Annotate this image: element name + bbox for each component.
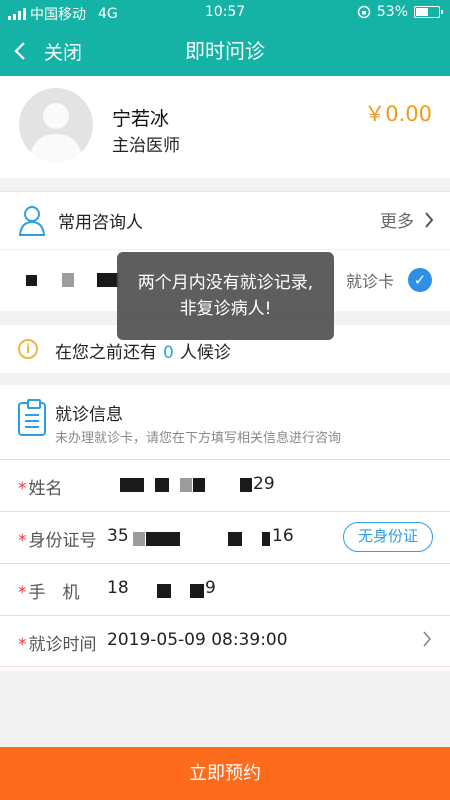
queue-prefix: 在您之前还有 bbox=[55, 343, 157, 363]
redaction-mask bbox=[155, 478, 169, 492]
phone-label: 手 机 bbox=[28, 583, 80, 603]
page-title: 即时问诊 bbox=[185, 39, 265, 63]
redaction-mask bbox=[240, 478, 252, 492]
chevron-right-icon bbox=[423, 631, 432, 647]
redaction-mask bbox=[262, 532, 270, 546]
check-icon[interactable]: ✓ bbox=[408, 268, 432, 292]
redaction-mask bbox=[120, 478, 144, 492]
redaction-mask bbox=[133, 532, 145, 546]
visit-time-value: 2019-05-09 08:39:00 bbox=[107, 630, 288, 650]
doctor-name: 宁若冰 bbox=[112, 108, 170, 130]
no-id-card-button[interactable]: 无身份证 bbox=[343, 522, 433, 552]
queue-suffix: 人候诊 bbox=[179, 343, 231, 363]
status-right: 53% bbox=[357, 4, 443, 20]
required-mark: * bbox=[18, 479, 27, 499]
visit-info-subtitle: 未办理就诊卡，请您在下方填写相关信息进行咨询 bbox=[55, 431, 342, 446]
name-row[interactable]: * 姓名 29 bbox=[0, 459, 450, 511]
redaction-mask bbox=[157, 584, 171, 598]
more-button[interactable]: 更多 bbox=[380, 207, 434, 232]
clipboard-icon bbox=[18, 399, 46, 436]
name-value: 29 bbox=[253, 474, 275, 494]
required-mark: * bbox=[18, 531, 27, 551]
id-number-suffix: 16 bbox=[272, 526, 294, 546]
card-label: 就诊卡 bbox=[345, 272, 394, 291]
status-bar: 中国移动 4G 10:57 53% bbox=[0, 0, 450, 26]
consultants-header[interactable]: 常用咨询人 更多 bbox=[0, 192, 450, 250]
name-label: 姓名 bbox=[28, 479, 63, 499]
visit-info-header: 就诊信息 未办理就诊卡，请您在下方填写相关信息进行咨询 bbox=[0, 385, 450, 455]
redaction-mask bbox=[180, 478, 192, 492]
person-icon bbox=[18, 206, 46, 236]
consultants-title: 常用咨询人 bbox=[58, 213, 143, 233]
doctor-card: 宁若冰 主治医师 ￥0.00 bbox=[0, 76, 450, 178]
info-icon: i bbox=[18, 339, 38, 359]
visit-info-title: 就诊信息 bbox=[55, 405, 123, 425]
redaction-mask bbox=[97, 273, 119, 287]
doctor-title: 主治医师 bbox=[112, 136, 180, 156]
phone-row[interactable]: * 手 机 18 9 bbox=[0, 563, 450, 615]
redaction-mask bbox=[190, 584, 204, 598]
phone-prefix: 18 bbox=[107, 578, 129, 598]
more-label: 更多 bbox=[380, 212, 414, 232]
doctor-avatar bbox=[19, 88, 93, 162]
book-now-button[interactable]: 立即预约 bbox=[0, 747, 450, 800]
required-mark: * bbox=[18, 583, 27, 603]
chevron-right-icon bbox=[425, 211, 434, 228]
person-silhouette-icon bbox=[29, 103, 83, 162]
id-number-row[interactable]: * 身份证号 35 16 无身份证 bbox=[0, 511, 450, 563]
required-mark: * bbox=[18, 635, 27, 655]
rotation-lock-icon bbox=[357, 5, 371, 19]
toast-message: 两个月内没有就诊记录,非复诊病人! bbox=[117, 252, 334, 340]
visit-time-label: 就诊时间 bbox=[28, 635, 97, 655]
battery-icon bbox=[414, 6, 443, 18]
redaction-mask bbox=[26, 275, 37, 286]
queue-text: 在您之前还有 0 人候诊 bbox=[55, 338, 231, 363]
redaction-mask bbox=[146, 532, 180, 546]
battery-percent: 53% bbox=[376, 4, 408, 20]
redaction-mask bbox=[193, 478, 205, 492]
visit-time-row[interactable]: * 就诊时间 2019-05-09 08:39:00 bbox=[0, 615, 450, 667]
phone-suffix: 9 bbox=[205, 578, 216, 598]
redaction-mask bbox=[62, 273, 74, 287]
id-number-prefix: 35 bbox=[107, 526, 129, 546]
consult-price: ￥0.00 bbox=[364, 102, 432, 126]
nav-bar: 关闭 即时问诊 bbox=[0, 26, 450, 76]
visit-info-form: 就诊信息 未办理就诊卡，请您在下方填写相关信息进行咨询 * 姓名 29 * 身份证号… bbox=[0, 385, 450, 671]
queue-count: 0 bbox=[163, 343, 174, 363]
id-number-label: 身份证号 bbox=[28, 531, 97, 551]
redaction-mask bbox=[228, 532, 242, 546]
